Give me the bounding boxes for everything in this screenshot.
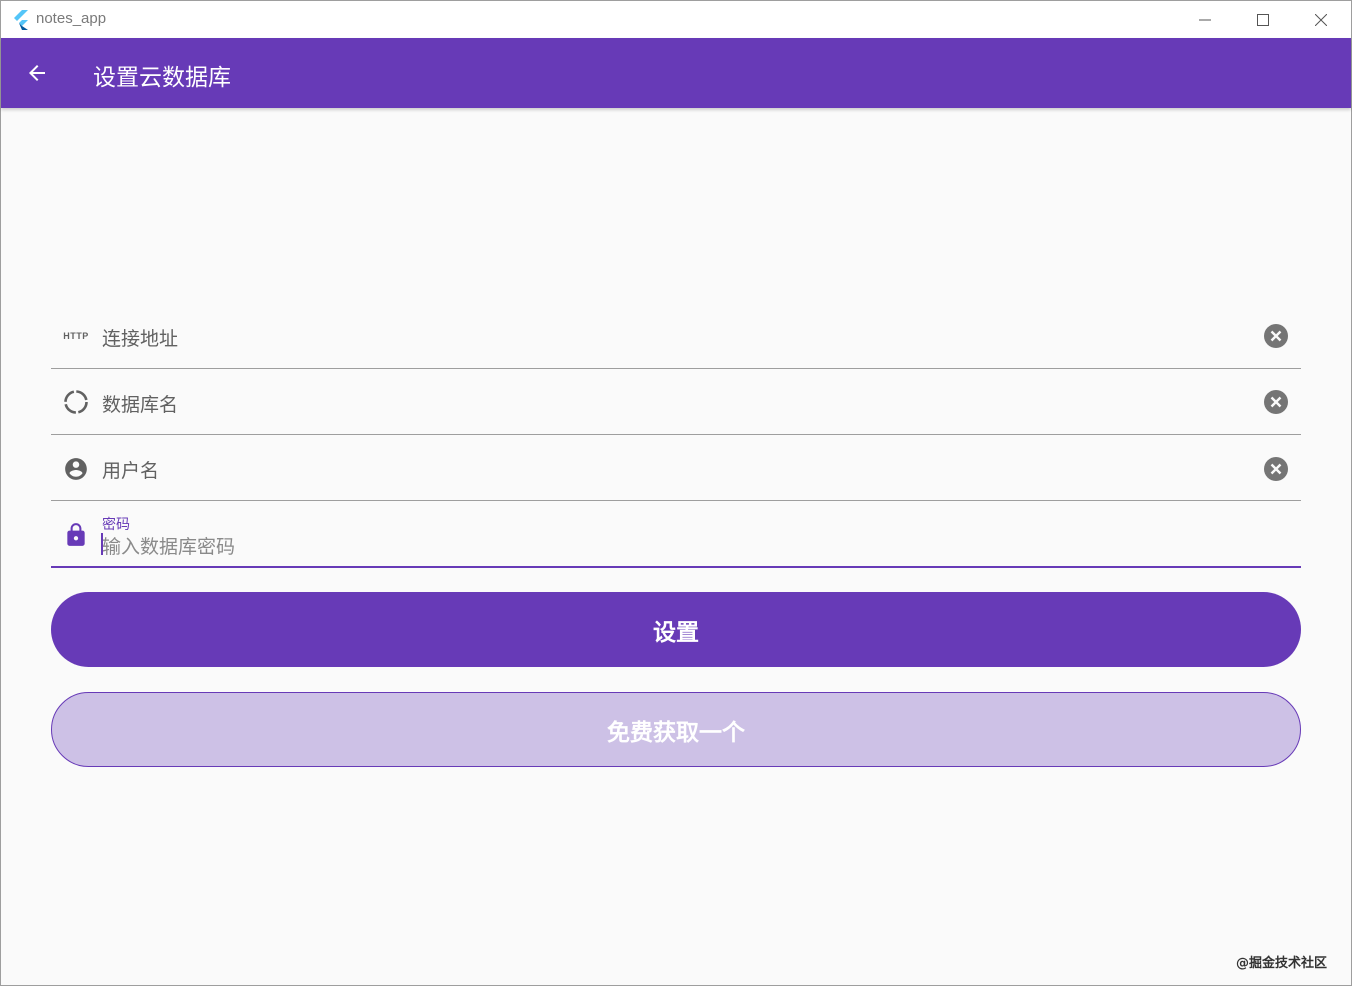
watermark: @掘金技术社区: [1236, 956, 1328, 971]
url-field-label: 连接地址: [102, 328, 179, 350]
app-bar: 设置云数据库: [1, 38, 1351, 108]
app-window: notes_app 设置云数据库 HTTP 连接地址 数据库名 用户名 密码 输…: [0, 0, 1352, 986]
username-clear-button[interactable]: [1263, 456, 1289, 482]
page-title: 设置云数据库: [93, 65, 231, 91]
close-icon: [1315, 13, 1327, 26]
username-field-underline: [51, 500, 1301, 501]
password-input-placeholder[interactable]: 输入数据库密码: [102, 532, 235, 559]
account-circle-icon: [63, 456, 89, 482]
get-free-database-button[interactable]: 免费获取一个: [51, 692, 1301, 767]
cancel-icon: [1264, 457, 1288, 481]
loading-icon: [63, 389, 89, 415]
text-cursor: [101, 533, 103, 555]
maximize-icon: [1257, 13, 1269, 26]
flutter-logo-icon: [14, 10, 28, 30]
arrow-back-icon: [29, 65, 45, 81]
back-button[interactable]: [17, 53, 57, 93]
close-button[interactable]: [1292, 1, 1350, 38]
cancel-icon: [1264, 324, 1288, 348]
get-free-button-label: 免费获取一个: [607, 719, 745, 746]
window-title: notes_app: [36, 10, 107, 27]
set-button[interactable]: 设置: [51, 592, 1301, 667]
minimize-icon: [1199, 19, 1211, 20]
password-field-underline: [51, 566, 1301, 568]
db-name-clear-button[interactable]: [1263, 389, 1289, 415]
url-clear-button[interactable]: [1263, 323, 1289, 349]
db-name-field[interactable]: 数据库名: [51, 369, 1301, 435]
password-field-label: 密码: [102, 517, 130, 533]
username-field[interactable]: 用户名: [51, 435, 1301, 501]
db-name-field-label: 数据库名: [102, 394, 179, 416]
minimize-button[interactable]: [1176, 1, 1234, 38]
username-field-label: 用户名: [102, 460, 160, 482]
cancel-icon: [1264, 390, 1288, 414]
password-field[interactable]: 密码 输入数据库密码: [51, 502, 1301, 568]
url-field[interactable]: HTTP 连接地址: [51, 303, 1301, 369]
lock-icon: [63, 522, 89, 548]
set-button-label: 设置: [653, 619, 699, 646]
http-icon: HTTP: [63, 331, 89, 341]
maximize-button[interactable]: [1234, 1, 1292, 38]
title-bar: notes_app: [1, 1, 1351, 38]
